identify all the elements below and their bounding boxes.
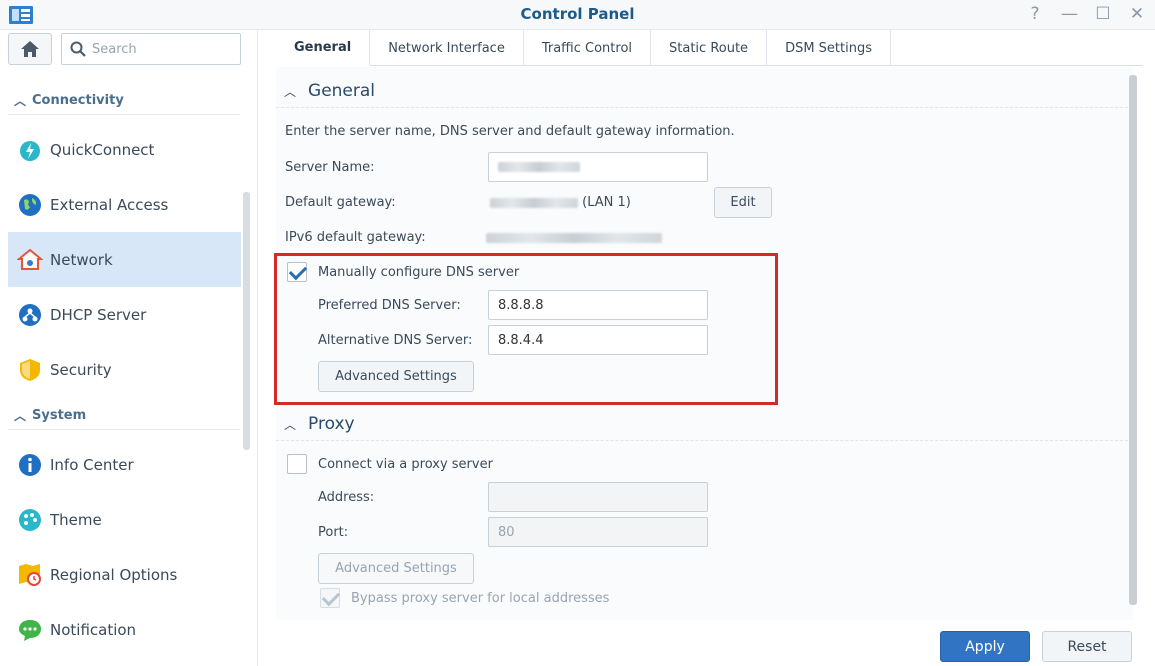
redacted-value — [490, 197, 578, 208]
tab-traffic-control[interactable]: Traffic Control — [524, 30, 652, 66]
dns-advanced-settings-button[interactable]: Advanced Settings — [318, 361, 474, 392]
group-title: Proxy — [308, 414, 355, 434]
divider — [276, 107, 1133, 108]
sidebar-item-label: Network — [50, 250, 113, 269]
sidebar-item-label: Regional Options — [50, 565, 178, 584]
preferred-dns-field[interactable]: 8.8.8.8 — [488, 290, 708, 320]
proxy-address-field[interactable] — [488, 482, 708, 512]
shield-icon — [20, 358, 40, 381]
sidebar-item-label: Theme — [50, 510, 102, 529]
tab-dsm-settings[interactable]: DSM Settings — [767, 30, 891, 66]
quickconnect-icon — [20, 140, 40, 161]
proxy-port-field[interactable]: 80 — [488, 517, 708, 547]
close-icon[interactable]: ✕ — [1129, 3, 1145, 25]
proxy-advanced-settings-button[interactable]: Advanced Settings — [318, 553, 474, 584]
proxy-checkbox[interactable] — [287, 454, 307, 474]
sidebar-item-info-center[interactable]: Info Center — [8, 437, 241, 492]
home-icon — [21, 41, 39, 57]
maximize-icon[interactable]: ☐ — [1095, 3, 1111, 25]
tab-network-interface[interactable]: Network Interface — [370, 30, 524, 66]
tab-static-route[interactable]: Static Route — [651, 30, 768, 66]
dhcp-icon — [19, 303, 41, 326]
control-panel-window: Control Panel ? — ☐ ✕ ︿ Connectivity — [0, 0, 1155, 666]
proxy-port-label: Port: — [318, 525, 349, 540]
sidebar-item-security[interactable]: Security — [8, 342, 241, 397]
section-system[interactable]: ︿ System — [8, 402, 240, 430]
redacted-value — [486, 232, 662, 243]
bypass-proxy-checkbox[interactable] — [320, 588, 340, 608]
sidebar-item-regional-options[interactable]: Regional Options — [8, 547, 241, 602]
alternative-dns-label: Alternative DNS Server: — [318, 333, 473, 348]
proxy-address-label: Address: — [318, 490, 375, 505]
ipv6-gateway-label: IPv6 default gateway: — [285, 230, 426, 245]
sidebar-item-notification[interactable]: Notification — [8, 602, 241, 657]
search-input[interactable] — [92, 41, 222, 57]
redacted-value — [498, 162, 580, 172]
general-description: Enter the server name, DNS server and de… — [285, 124, 735, 139]
content-scrollbar[interactable] — [1129, 75, 1137, 605]
ipv6-gateway-value — [486, 230, 662, 245]
default-gateway-label: Default gateway: — [285, 195, 396, 210]
group-title: General — [308, 81, 376, 101]
chevron-up-icon: ︿ — [14, 409, 27, 423]
house-network-icon — [17, 248, 43, 270]
apply-button[interactable]: Apply — [940, 631, 1030, 662]
server-name-field[interactable] — [488, 152, 708, 182]
sidebar-scrollbar[interactable] — [243, 192, 250, 450]
gateway-interface: (LAN 1) — [582, 195, 631, 210]
search-box[interactable] — [61, 33, 241, 65]
chat-bubble-icon — [19, 619, 41, 641]
proxy-group-header[interactable]: ︿ Proxy — [284, 414, 355, 434]
search-icon — [70, 41, 86, 57]
proxy-connect-label: Connect via a proxy server — [318, 457, 493, 472]
window-title: Control Panel — [520, 5, 635, 23]
alternative-dns-field[interactable]: 8.8.4.4 — [488, 325, 708, 355]
info-icon — [19, 453, 41, 476]
chevron-up-icon: ︿ — [284, 84, 297, 99]
sidebar-item-dhcp-server[interactable]: DHCP Server — [8, 287, 241, 342]
settings-content: ︿ General Enter the server name, DNS ser… — [274, 67, 1137, 620]
sidebar-item-theme[interactable]: Theme — [8, 492, 241, 547]
minimize-icon[interactable]: — — [1061, 3, 1078, 25]
general-group-header[interactable]: ︿ General — [284, 81, 375, 101]
server-name-label: Server Name: — [285, 160, 375, 175]
help-icon[interactable]: ? — [1027, 3, 1043, 25]
sidebar-item-label: DHCP Server — [50, 305, 147, 324]
preferred-dns-label: Preferred DNS Server: — [318, 298, 461, 313]
sidebar-item-quickconnect[interactable]: QuickConnect — [8, 122, 241, 177]
tab-general[interactable]: General — [276, 30, 371, 66]
title-bar: Control Panel ? — ☐ ✕ — [0, 0, 1155, 30]
map-clock-icon — [19, 563, 41, 586]
sidebar-item-label: Security — [50, 360, 112, 379]
tab-bar: General Network Interface Traffic Contro… — [276, 30, 1143, 66]
sidebar: ︿ Connectivity QuickConnect External Acc… — [0, 30, 258, 666]
chevron-up-icon: ︿ — [284, 417, 297, 432]
reset-button[interactable]: Reset — [1042, 631, 1132, 662]
sidebar-item-label: Notification — [50, 620, 137, 639]
section-label: Connectivity — [32, 93, 124, 108]
home-button[interactable] — [8, 33, 52, 65]
manual-dns-checkbox[interactable] — [287, 262, 307, 282]
section-connectivity[interactable]: ︿ Connectivity — [8, 87, 240, 115]
manual-dns-label: Manually configure DNS server — [318, 265, 520, 280]
globe-icon — [19, 193, 41, 216]
sidebar-item-label: Info Center — [50, 455, 134, 474]
divider — [276, 440, 1133, 441]
sidebar-item-label: QuickConnect — [50, 140, 155, 159]
sidebar-item-network[interactable]: Network — [8, 232, 241, 287]
chevron-up-icon: ︿ — [14, 94, 27, 108]
main-panel: General Network Interface Traffic Contro… — [274, 30, 1143, 666]
default-gateway-value: (LAN 1) — [490, 195, 631, 210]
sidebar-item-label: External Access — [50, 195, 169, 214]
edit-button[interactable]: Edit — [714, 187, 772, 218]
bypass-proxy-label: Bypass proxy server for local addresses — [351, 591, 610, 606]
palette-icon — [19, 508, 41, 531]
sidebar-item-external-access[interactable]: External Access — [8, 177, 241, 232]
section-label: System — [32, 408, 87, 423]
